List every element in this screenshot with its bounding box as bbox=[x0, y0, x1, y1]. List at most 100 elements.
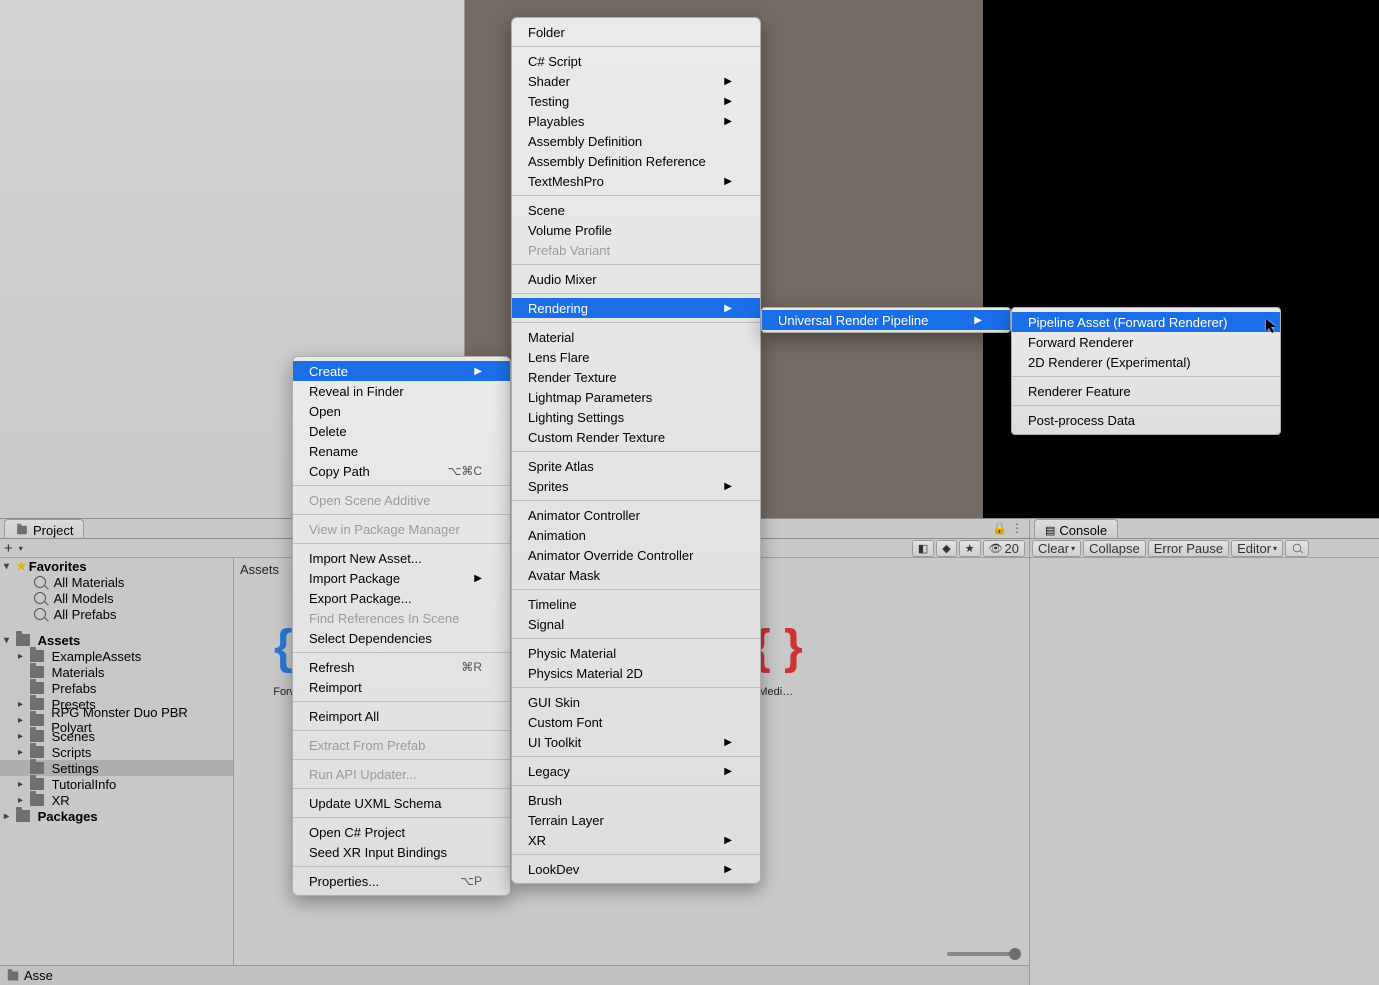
console-search[interactable] bbox=[1285, 540, 1309, 557]
menu-item-render-texture[interactable]: Render Texture bbox=[512, 367, 760, 387]
menu-item-legacy[interactable]: Legacy▶ bbox=[512, 761, 760, 781]
menu-item-import-new-asset[interactable]: Import New Asset... bbox=[293, 548, 510, 568]
favorite-item[interactable]: All Prefabs bbox=[0, 606, 233, 622]
dropdown-icon[interactable]: ▾ bbox=[19, 544, 23, 553]
kebab-icon[interactable]: ⋮ bbox=[1011, 521, 1023, 535]
menu-item-reimport[interactable]: Reimport bbox=[293, 677, 510, 697]
tree-item-settings[interactable]: Settings bbox=[0, 760, 233, 776]
add-icon[interactable]: + bbox=[4, 541, 13, 556]
tree-item-materials[interactable]: Materials bbox=[0, 664, 233, 680]
menu-item-post-process-data[interactable]: Post-process Data bbox=[1012, 410, 1280, 430]
menu-item-open-c-project[interactable]: Open C# Project bbox=[293, 822, 510, 842]
menu-item-testing[interactable]: Testing▶ bbox=[512, 91, 760, 111]
menu-item-animator-controller[interactable]: Animator Controller bbox=[512, 505, 760, 525]
menu-item-gui-skin[interactable]: GUI Skin bbox=[512, 692, 760, 712]
save-search-button[interactable]: ★ bbox=[959, 540, 981, 557]
menu-item-open[interactable]: Open bbox=[293, 401, 510, 421]
menu-item-label: C# Script bbox=[528, 54, 581, 69]
menu-item-physics-material-2d[interactable]: Physics Material 2D bbox=[512, 663, 760, 683]
menu-item-lookdev[interactable]: LookDev▶ bbox=[512, 859, 760, 879]
menu-item-export-package[interactable]: Export Package... bbox=[293, 588, 510, 608]
menu-item-import-package[interactable]: Import Package▶ bbox=[293, 568, 510, 588]
tab-project[interactable]: Project bbox=[4, 519, 84, 538]
tab-console[interactable]: ▤ Console bbox=[1034, 519, 1118, 538]
tree-item-scripts[interactable]: ▸ Scripts bbox=[0, 744, 233, 760]
menu-item-seed-xr-input-bindings[interactable]: Seed XR Input Bindings bbox=[293, 842, 510, 862]
menu-item-update-uxml-schema[interactable]: Update UXML Schema bbox=[293, 793, 510, 813]
project-tree[interactable]: ▾★ Favorites All Materials All Models Al… bbox=[0, 558, 234, 984]
menu-item-select-dependencies[interactable]: Select Dependencies bbox=[293, 628, 510, 648]
menu-item-sprites[interactable]: Sprites▶ bbox=[512, 476, 760, 496]
menu-item-volume-profile[interactable]: Volume Profile bbox=[512, 220, 760, 240]
menu-item-audio-mixer[interactable]: Audio Mixer bbox=[512, 269, 760, 289]
favorite-item[interactable]: All Materials bbox=[0, 574, 233, 590]
menu-item-create[interactable]: Create▶ bbox=[293, 361, 510, 381]
menu-item-scene[interactable]: Scene bbox=[512, 200, 760, 220]
menu-item-timeline[interactable]: Timeline bbox=[512, 594, 760, 614]
tree-item-tutorialinfo[interactable]: ▸ TutorialInfo bbox=[0, 776, 233, 792]
hidden-count-button[interactable]: 👁 20 bbox=[983, 540, 1025, 557]
chevron-right-icon: ▶ bbox=[724, 766, 732, 777]
lock-icon[interactable]: 🔒 bbox=[992, 521, 1007, 535]
folder-icon bbox=[30, 746, 44, 758]
menu-item-animation[interactable]: Animation bbox=[512, 525, 760, 545]
submenu-urp[interactable]: Pipeline Asset (Forward Renderer)Forward… bbox=[1011, 307, 1281, 435]
menu-item-rendering[interactable]: Rendering▶ bbox=[512, 298, 760, 318]
menu-item-material[interactable]: Material bbox=[512, 327, 760, 347]
filter-by-label-button[interactable]: ◆ bbox=[936, 540, 956, 557]
menu-item-2d-renderer-experimental[interactable]: 2D Renderer (Experimental) bbox=[1012, 352, 1280, 372]
menu-item-delete[interactable]: Delete bbox=[293, 421, 510, 441]
menu-item-forward-renderer[interactable]: Forward Renderer bbox=[1012, 332, 1280, 352]
favorites-header[interactable]: ▾★ Favorites bbox=[0, 558, 233, 574]
menu-item-lighting-settings[interactable]: Lighting Settings bbox=[512, 407, 760, 427]
menu-item-copy-path[interactable]: Copy Path⌥⌘C bbox=[293, 461, 510, 481]
menu-item-lens-flare[interactable]: Lens Flare bbox=[512, 347, 760, 367]
menu-item-folder[interactable]: Folder bbox=[512, 22, 760, 42]
menu-item-signal[interactable]: Signal bbox=[512, 614, 760, 634]
menu-item-xr[interactable]: XR▶ bbox=[512, 830, 760, 850]
packages-header[interactable]: ▸ Packages bbox=[0, 808, 233, 824]
menu-item-reimport-all[interactable]: Reimport All bbox=[293, 706, 510, 726]
menu-item-c-script[interactable]: C# Script bbox=[512, 51, 760, 71]
tree-item-xr[interactable]: ▸ XR bbox=[0, 792, 233, 808]
menu-item-label: Rename bbox=[309, 444, 358, 459]
menu-item-custom-font[interactable]: Custom Font bbox=[512, 712, 760, 732]
tree-item-rpg-monster-duo-pbr-polyart[interactable]: ▸ RPG Monster Duo PBR Polyart bbox=[0, 712, 233, 728]
menu-item-universal-render-pipeline[interactable]: Universal Render Pipeline▶ bbox=[762, 310, 1010, 330]
menu-item-avatar-mask[interactable]: Avatar Mask bbox=[512, 565, 760, 585]
menu-item-properties[interactable]: Properties...⌥P bbox=[293, 871, 510, 891]
menu-item-terrain-layer[interactable]: Terrain Layer bbox=[512, 810, 760, 830]
menu-item-playables[interactable]: Playables▶ bbox=[512, 111, 760, 131]
menu-item-lightmap-parameters[interactable]: Lightmap Parameters bbox=[512, 387, 760, 407]
submenu-rendering[interactable]: Universal Render Pipeline▶ bbox=[761, 307, 1011, 333]
menu-item-shader[interactable]: Shader▶ bbox=[512, 71, 760, 91]
breadcrumb[interactable]: Assets bbox=[240, 562, 279, 577]
menu-item-textmeshpro[interactable]: TextMeshPro▶ bbox=[512, 171, 760, 191]
menu-item-sprite-atlas[interactable]: Sprite Atlas bbox=[512, 456, 760, 476]
console-error-pause-button[interactable]: Error Pause bbox=[1148, 540, 1229, 557]
menu-item-reveal-in-finder[interactable]: Reveal in Finder bbox=[293, 381, 510, 401]
console-clear-button[interactable]: Clear▾ bbox=[1032, 540, 1081, 557]
tree-item-prefabs[interactable]: Prefabs bbox=[0, 680, 233, 696]
console-editor-button[interactable]: Editor▾ bbox=[1231, 540, 1283, 557]
favorite-item[interactable]: All Models bbox=[0, 590, 233, 606]
menu-item-physic-material[interactable]: Physic Material bbox=[512, 643, 760, 663]
menu-item-ui-toolkit[interactable]: UI Toolkit▶ bbox=[512, 732, 760, 752]
menu-item-renderer-feature[interactable]: Renderer Feature bbox=[1012, 381, 1280, 401]
submenu-create[interactable]: Folder C# Script Shader▶Testing▶Playables▶… bbox=[511, 17, 761, 884]
assets-header[interactable]: ▾ Assets bbox=[0, 632, 233, 648]
menu-item-animator-override-controller[interactable]: Animator Override Controller bbox=[512, 545, 760, 565]
menu-item-assembly-definition[interactable]: Assembly Definition bbox=[512, 131, 760, 151]
menu-item-assembly-definition-reference[interactable]: Assembly Definition Reference bbox=[512, 151, 760, 171]
filter-by-type-button[interactable]: ◧ bbox=[912, 540, 934, 557]
menu-item-custom-render-texture[interactable]: Custom Render Texture bbox=[512, 427, 760, 447]
menu-item-pipeline-asset-forward-renderer[interactable]: Pipeline Asset (Forward Renderer) bbox=[1012, 312, 1280, 332]
menu-item-label: Reimport All bbox=[309, 709, 379, 724]
menu-item-brush[interactable]: Brush bbox=[512, 790, 760, 810]
console-collapse-button[interactable]: Collapse bbox=[1083, 540, 1146, 557]
menu-item-rename[interactable]: Rename bbox=[293, 441, 510, 461]
tree-item-exampleassets[interactable]: ▸ ExampleAssets bbox=[0, 648, 233, 664]
context-menu-project[interactable]: Create▶Reveal in FinderOpenDelete Rename C… bbox=[292, 356, 511, 896]
menu-item-refresh[interactable]: Refresh⌘R bbox=[293, 657, 510, 677]
thumbnail-size-slider[interactable] bbox=[947, 952, 1017, 956]
